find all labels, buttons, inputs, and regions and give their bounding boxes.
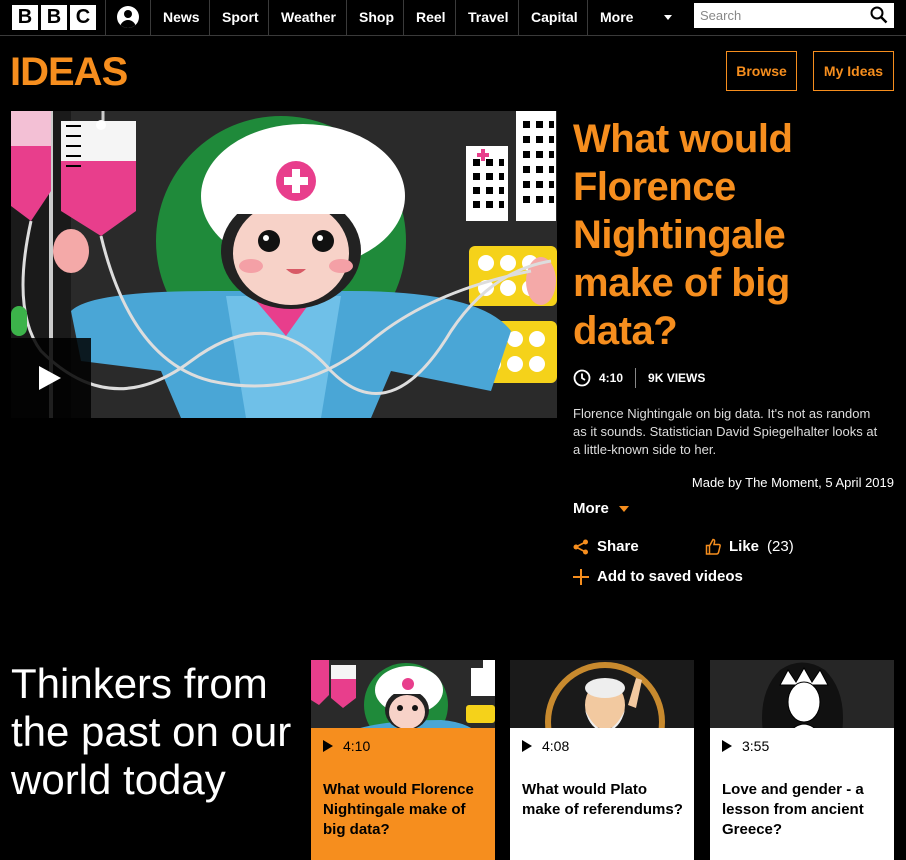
- caret-down-icon: [618, 505, 629, 512]
- section-title: Thinkers from the past on our world toda…: [11, 660, 292, 803]
- nav-news[interactable]: News: [163, 0, 200, 36]
- nav-divider: [209, 0, 210, 36]
- like-count: (23): [767, 538, 794, 555]
- play-icon: [522, 739, 532, 752]
- card-duration: 3:55: [742, 737, 770, 754]
- logo-letter: B: [12, 5, 38, 30]
- card-title: What would Plato make of referendums?: [522, 781, 683, 818]
- ideas-logo[interactable]: IDEAS: [10, 52, 128, 92]
- nav-weather[interactable]: Weather: [281, 0, 336, 36]
- play-icon: [39, 366, 61, 390]
- card-duration: 4:10: [343, 737, 371, 754]
- nav-divider: [587, 0, 588, 36]
- nurse-illustration: [11, 111, 557, 418]
- nav-more[interactable]: More: [600, 0, 633, 36]
- nav-divider: [150, 0, 151, 36]
- video-card[interactable]: 3:55 Love and gender - a lesson from anc…: [710, 660, 894, 860]
- my-ideas-button[interactable]: My Ideas: [813, 51, 894, 91]
- global-nav: B B C News Sport Weather Shop Reel Trave…: [0, 0, 906, 36]
- card-duration-bar: 3:55: [710, 728, 894, 763]
- nav-shop[interactable]: Shop: [359, 0, 394, 36]
- card-title: Love and gender - a lesson from ancient …: [722, 781, 864, 838]
- made-by: Made by The Moment, 5 April 2019: [691, 475, 894, 490]
- video-card[interactable]: 4:08 What would Plato make of referendum…: [510, 660, 694, 860]
- card-duration: 4:08: [542, 737, 570, 754]
- video-title: What would Florence Nightingale make of …: [573, 117, 793, 353]
- nav-sport[interactable]: Sport: [222, 0, 259, 36]
- nav-divider: [346, 0, 347, 36]
- more-label: More: [573, 500, 609, 517]
- share-label: Share: [597, 538, 639, 555]
- play-button[interactable]: [11, 338, 91, 418]
- nav-divider: [518, 0, 519, 36]
- add-to-saved-button[interactable]: Add to saved videos: [573, 568, 743, 585]
- save-label: Add to saved videos: [597, 568, 743, 585]
- nav-divider: [403, 0, 404, 36]
- logo-letter: B: [41, 5, 67, 30]
- more-toggle[interactable]: More: [573, 500, 629, 517]
- play-icon: [722, 739, 732, 752]
- logo-letter: C: [70, 5, 96, 30]
- nav-travel[interactable]: Travel: [468, 0, 508, 36]
- nav-reel[interactable]: Reel: [416, 0, 446, 36]
- thumbs-up-icon: [705, 538, 721, 555]
- card-duration-bar: 4:08: [510, 728, 694, 763]
- like-label: Like: [729, 538, 760, 555]
- nav-divider: [268, 0, 269, 36]
- search-box: [694, 3, 894, 28]
- clock-icon: [573, 369, 591, 387]
- nav-divider: [455, 0, 456, 36]
- card-duration-bar: 4:10: [311, 728, 495, 763]
- meta-divider: [635, 368, 637, 388]
- share-icon: [573, 539, 588, 554]
- search-icon[interactable]: [870, 6, 888, 24]
- video-card[interactable]: 4:10 What would Florence Nightingale mak…: [311, 660, 495, 860]
- video-duration: 4:10: [599, 371, 624, 385]
- browse-button[interactable]: Browse: [726, 51, 797, 91]
- nav-divider: [105, 0, 106, 36]
- video-meta: 4:10 9K VIEWS: [573, 368, 705, 388]
- hero-video-thumbnail[interactable]: [11, 111, 557, 418]
- chevron-down-icon[interactable]: [664, 15, 672, 20]
- plus-icon: [573, 568, 589, 585]
- bbc-logo[interactable]: B B C: [12, 5, 96, 30]
- search-input[interactable]: [694, 3, 864, 28]
- nav-capital[interactable]: Capital: [531, 0, 578, 36]
- account-icon[interactable]: [117, 6, 139, 28]
- video-description: Florence Nightingale on big data. It's n…: [573, 406, 878, 457]
- card-title: What would Florence Nightingale make of …: [323, 781, 474, 838]
- share-button[interactable]: Share: [573, 538, 639, 555]
- like-button[interactable]: Like (23): [705, 538, 794, 555]
- view-count: 9K VIEWS: [648, 371, 706, 385]
- play-icon: [323, 739, 333, 752]
